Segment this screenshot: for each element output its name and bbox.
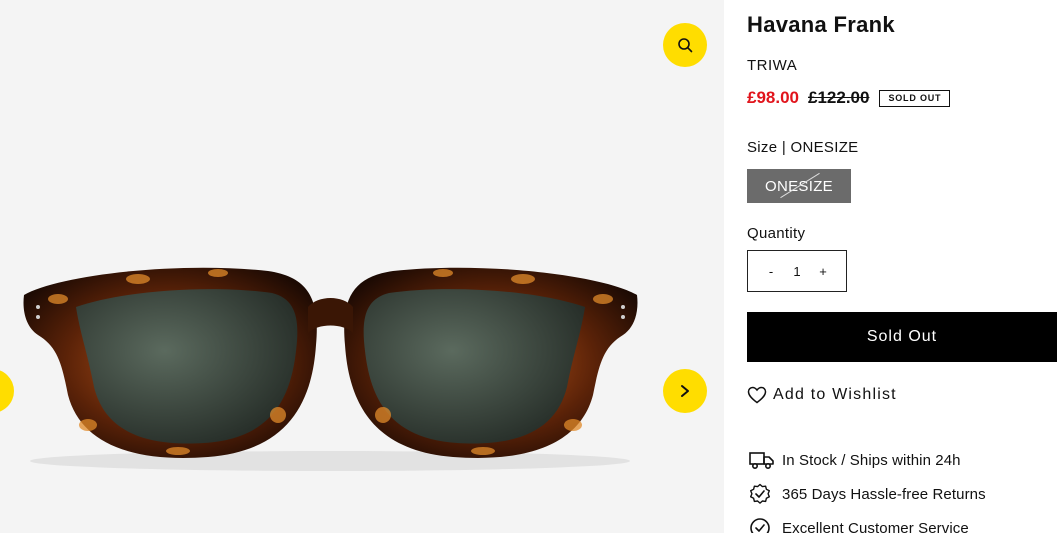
feature-text: 365 Days Hassle-free Returns	[782, 485, 986, 503]
sale-price: £98.00	[747, 88, 799, 107]
feature-text: In Stock / Ships within 24h	[782, 451, 961, 469]
feature-list: In Stock / Ships within 24h 365 Days Has…	[749, 443, 1049, 533]
list-item: 365 Days Hassle-free Returns	[749, 477, 1049, 511]
sold-out-button[interactable]: Sold Out	[747, 312, 1057, 362]
chevron-right-icon	[681, 385, 689, 397]
quantity-increase-button[interactable]: +	[816, 264, 830, 279]
sold-out-badge: SOLD OUT	[879, 89, 951, 107]
product-details: Havana Frank TRIWA £98.00 £122.00 SOLD O…	[747, 0, 1064, 533]
heart-icon	[747, 386, 767, 404]
add-to-wishlist-button[interactable]: Add to Wishlist	[747, 386, 897, 404]
product-image	[23, 267, 638, 471]
truck-icon	[749, 449, 775, 471]
next-image-button[interactable]	[663, 369, 707, 413]
previous-image-button[interactable]	[0, 369, 14, 413]
feature-text: Excellent Customer Service	[782, 519, 969, 533]
quantity-decrease-button[interactable]: -	[764, 264, 778, 279]
product-brand: TRIWA	[747, 57, 798, 74]
magnify-icon	[678, 38, 693, 53]
zoom-button[interactable]	[663, 23, 707, 67]
quantity-stepper: - 1 +	[747, 250, 847, 292]
size-label: Size | ONESIZE	[747, 139, 859, 156]
product-title: Havana Frank	[747, 12, 895, 37]
size-option-onesize[interactable]: ONESIZE	[747, 169, 851, 203]
circle-check-icon	[749, 517, 775, 533]
list-item: Excellent Customer Service	[749, 511, 1049, 533]
list-item: In Stock / Ships within 24h	[749, 443, 1049, 477]
badge-check-icon	[749, 483, 775, 505]
quantity-value[interactable]: 1	[793, 264, 800, 279]
price-row: £98.00 £122.00 SOLD OUT	[747, 88, 951, 108]
regular-price: £122.00	[808, 88, 870, 107]
product-gallery	[0, 0, 724, 533]
quantity-label: Quantity	[747, 225, 806, 242]
wishlist-label: Add to Wishlist	[773, 386, 897, 403]
